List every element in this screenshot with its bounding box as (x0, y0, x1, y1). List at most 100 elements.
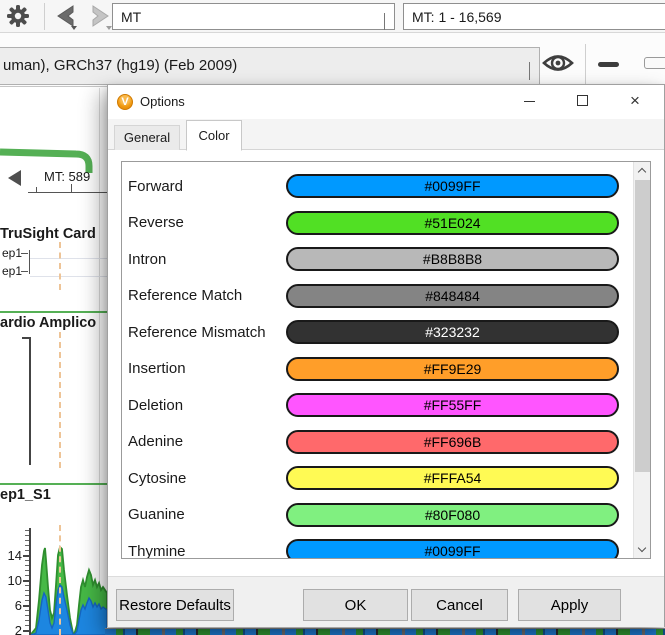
dialog-title: Options (140, 94, 185, 109)
minimize-icon (524, 101, 535, 102)
color-row-label: Forward (128, 177, 184, 195)
color-row-label: Thymine (128, 542, 186, 559)
track-title: ep1_S1 (0, 487, 51, 503)
eye-icon (542, 55, 574, 71)
color-swatch-button[interactable]: #51E024 (286, 210, 619, 235)
cancel-button[interactable]: Cancel (411, 589, 508, 621)
track-separator (0, 311, 107, 313)
back-button[interactable] (51, 4, 81, 31)
locus-select[interactable]: MT (112, 3, 395, 30)
range-input-value: MT: 1 - 16,569 (412, 8, 502, 25)
grid-line (30, 276, 107, 277)
apply-button[interactable]: Apply (518, 589, 621, 621)
tab-color[interactable]: Color (186, 120, 242, 151)
color-row-label: Adenine (128, 433, 184, 451)
dialog-titlebar[interactable]: V Options × (108, 85, 664, 119)
color-row: Guanine #80F080 (122, 497, 650, 534)
color-row-label: Cytosine (128, 469, 187, 487)
ok-button[interactable]: OK (303, 589, 408, 621)
genome-select[interactable]: uman), GRCh37 (hg19) (Feb 2009) (0, 47, 540, 85)
color-row-label: Reverse (128, 214, 184, 232)
ruler-line (28, 192, 107, 193)
color-settings-scroll-area: Forward #0099FF Reverse #51E024 Intron #… (121, 161, 651, 559)
gear-icon (7, 5, 29, 27)
close-button[interactable]: × (620, 87, 650, 115)
genome-select-value: uman), GRCh37 (hg19) (Feb 2009) (3, 57, 238, 74)
position-label: MT: 589 (44, 169, 91, 184)
color-swatch-button[interactable]: #848484 (286, 283, 619, 308)
scroll-down-button[interactable] (634, 541, 650, 558)
color-swatch-button[interactable]: #FF696B (286, 429, 619, 454)
maximize-button[interactable] (568, 87, 598, 115)
color-swatch-button[interactable]: #B8B8B8 (286, 247, 619, 272)
color-row: Reverse #51E024 (122, 205, 650, 242)
chevron-down-icon (529, 62, 530, 80)
y-axis-label: 6 (14, 598, 22, 613)
color-row-label: Intron (128, 250, 167, 268)
color-swatch-button[interactable]: #0099FF (286, 174, 619, 199)
track-separator (0, 483, 107, 485)
app-logo-icon: V (117, 94, 133, 110)
color-row: Deletion #FF55FF (122, 387, 650, 424)
visibility-button[interactable] (540, 49, 576, 79)
color-row: Adenine #FF696B (122, 424, 650, 461)
color-swatch-button[interactable]: #FF55FF (286, 393, 619, 418)
color-row: Reference Match #848484 (122, 278, 650, 315)
color-swatch-button[interactable]: #80F080 (286, 502, 619, 527)
forward-button[interactable] (85, 4, 115, 31)
color-row-label: Insertion (128, 360, 186, 378)
track-title: TruSight Card (0, 226, 96, 242)
color-row: Cytosine #FFFA54 (122, 460, 650, 497)
color-row-label: Guanine (128, 506, 185, 524)
y-axis-tick (23, 580, 29, 582)
dialog-footer: Restore Defaults OK Cancel Apply (108, 576, 664, 627)
minus-icon[interactable] (598, 62, 619, 67)
color-row: Insertion #FF9E29 (122, 351, 650, 388)
tick-line (21, 253, 28, 254)
y-axis-label: 10 (7, 573, 22, 588)
color-swatch-button[interactable]: #323232 (286, 320, 619, 345)
range-input[interactable]: MT: 1 - 16,569 (403, 3, 665, 30)
app-window: MT MT: 1 - 16,569 uman), GRCh37 (hg19) (… (0, 0, 665, 635)
color-list: Forward #0099FF Reverse #51E024 Intron #… (122, 162, 650, 559)
forward-arrow-icon (92, 5, 112, 30)
back-arrow-icon (57, 5, 77, 30)
color-swatch-button[interactable]: #FFFA54 (286, 466, 619, 491)
bracket-line (29, 337, 31, 465)
tick-line (21, 271, 28, 272)
restore-defaults-button[interactable]: Restore Defaults (116, 589, 234, 621)
options-dialog: V Options × General Color Forward #0099F… (107, 84, 665, 627)
cursor-guide-line (59, 525, 61, 635)
color-row-label: Deletion (128, 396, 184, 414)
color-row: Reference Mismatch #323232 (122, 314, 650, 351)
color-swatch-button[interactable]: #0099FF (286, 539, 619, 558)
y-axis-tick (23, 555, 29, 557)
toolbar-separator (44, 3, 45, 30)
scrollbar-thumb[interactable] (635, 180, 650, 472)
genome-bar-separator (585, 44, 586, 87)
y-axis-tick (23, 630, 29, 632)
chevron-down-icon (637, 543, 647, 553)
y-axis-label: 14 (7, 548, 22, 563)
ruler-tick (36, 187, 37, 192)
zoom-slider[interactable] (644, 57, 665, 69)
alignment-reads-strip (105, 628, 665, 635)
track-row-label: ep1 (2, 264, 23, 278)
pan-left-icon[interactable] (8, 170, 21, 186)
bracket-line (29, 250, 30, 274)
color-row: Forward #0099FF (122, 168, 650, 205)
vertical-scrollbar[interactable] (633, 162, 650, 558)
color-swatch-button[interactable]: #FF9E29 (286, 356, 619, 381)
ruler-tick (71, 184, 72, 192)
locus-select-value: MT (121, 8, 142, 25)
cursor-guide-line (59, 242, 61, 290)
settings-button[interactable] (5, 4, 31, 30)
y-axis-label: 2 (14, 623, 22, 635)
chevron-down-icon (384, 12, 385, 30)
scroll-up-button[interactable] (634, 162, 650, 179)
tab-general[interactable]: General (114, 125, 180, 150)
y-axis-minor-ticks (25, 530, 29, 635)
minimize-button[interactable] (515, 87, 545, 115)
genome-bar: uman), GRCh37 (hg19) (Feb 2009) (0, 33, 665, 87)
color-row-label: Reference Mismatch (128, 323, 266, 341)
